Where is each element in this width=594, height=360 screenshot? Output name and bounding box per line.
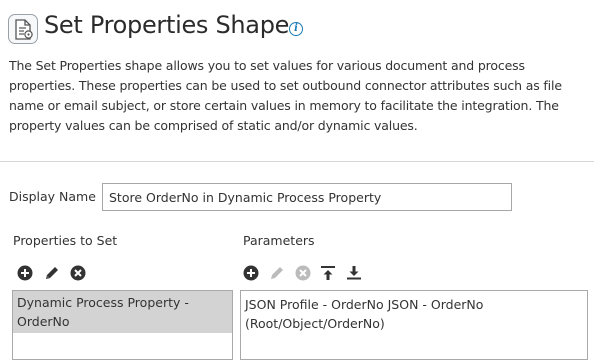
properties-to-set-label: Properties to Set [13,233,118,248]
move-to-bottom-icon[interactable] [346,265,362,281]
page-title: Set Properties Shape [44,11,290,39]
parameters-label: Parameters [243,233,315,248]
list-item[interactable]: JSON Profile - OrderNo JSON - OrderNo (R… [241,291,587,335]
list-item[interactable]: Dynamic Process Property - OrderNo [13,291,232,333]
add-parameter-icon[interactable] [243,265,259,281]
shape-description: The Set Properties shape allows you to s… [9,58,562,133]
edit-property-icon[interactable] [44,265,60,281]
display-name-label: Display Name [9,189,96,204]
delete-property-icon[interactable] [70,265,86,281]
edit-parameter-icon[interactable] [269,265,285,281]
add-property-icon[interactable] [17,265,33,281]
move-to-top-icon[interactable] [320,265,336,281]
document-properties-icon [8,14,38,44]
section-divider [0,161,594,162]
display-name-input[interactable] [102,183,512,211]
delete-parameter-icon[interactable] [295,265,311,281]
info-icon[interactable]: i [289,22,303,36]
